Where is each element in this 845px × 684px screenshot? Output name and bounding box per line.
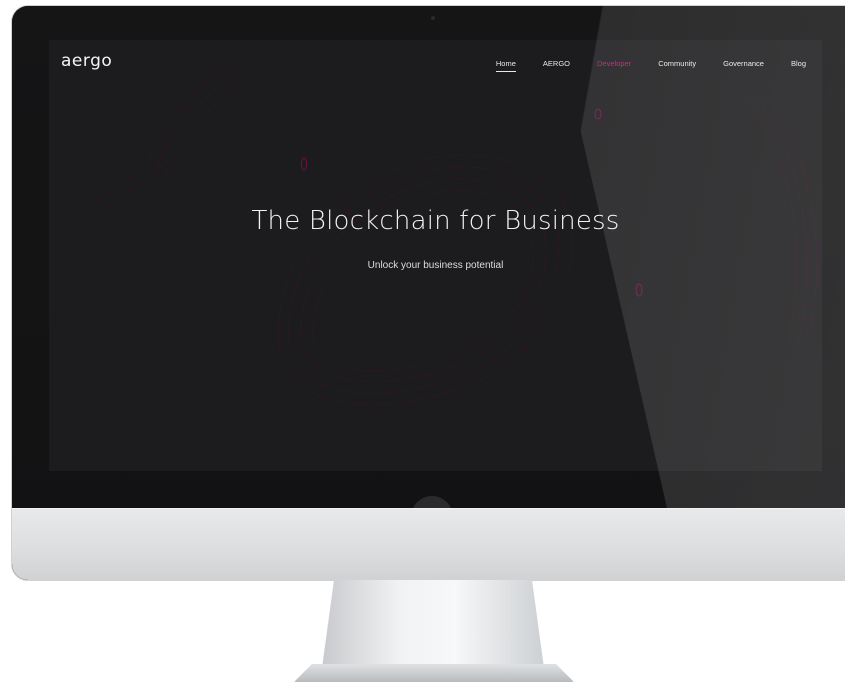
monitor-stand [322,580,544,668]
hero-subtitle: Unlock your business potential [367,260,504,271]
nav-governance[interactable]: Governance [723,59,764,72]
hero-title: The Blockchain for Business [251,206,620,236]
aergo-logo[interactable]: aergo [61,51,112,71]
nav-developer[interactable]: Developer [597,59,631,72]
nav-community[interactable]: Community [658,59,696,72]
aergo-logo-icon: aergo [61,51,113,71]
nav-home[interactable]: Home [495,59,516,72]
website-screen: aergo Home AERGO Developer Community Gov… [49,40,822,471]
monitor-stand-foot [294,664,574,682]
imac-mockup: aergo Home AERGO Developer Community Gov… [0,0,845,684]
monitor-chin [12,508,845,580]
nav-blog[interactable]: Blog [791,59,806,72]
main-nav: Home AERGO Developer Community Governanc… [495,59,806,72]
monitor: aergo Home AERGO Developer Community Gov… [12,6,845,580]
particle-wave-background [68,59,818,406]
nav-aergo[interactable]: AERGO [543,59,570,72]
camera-dot [431,16,435,20]
